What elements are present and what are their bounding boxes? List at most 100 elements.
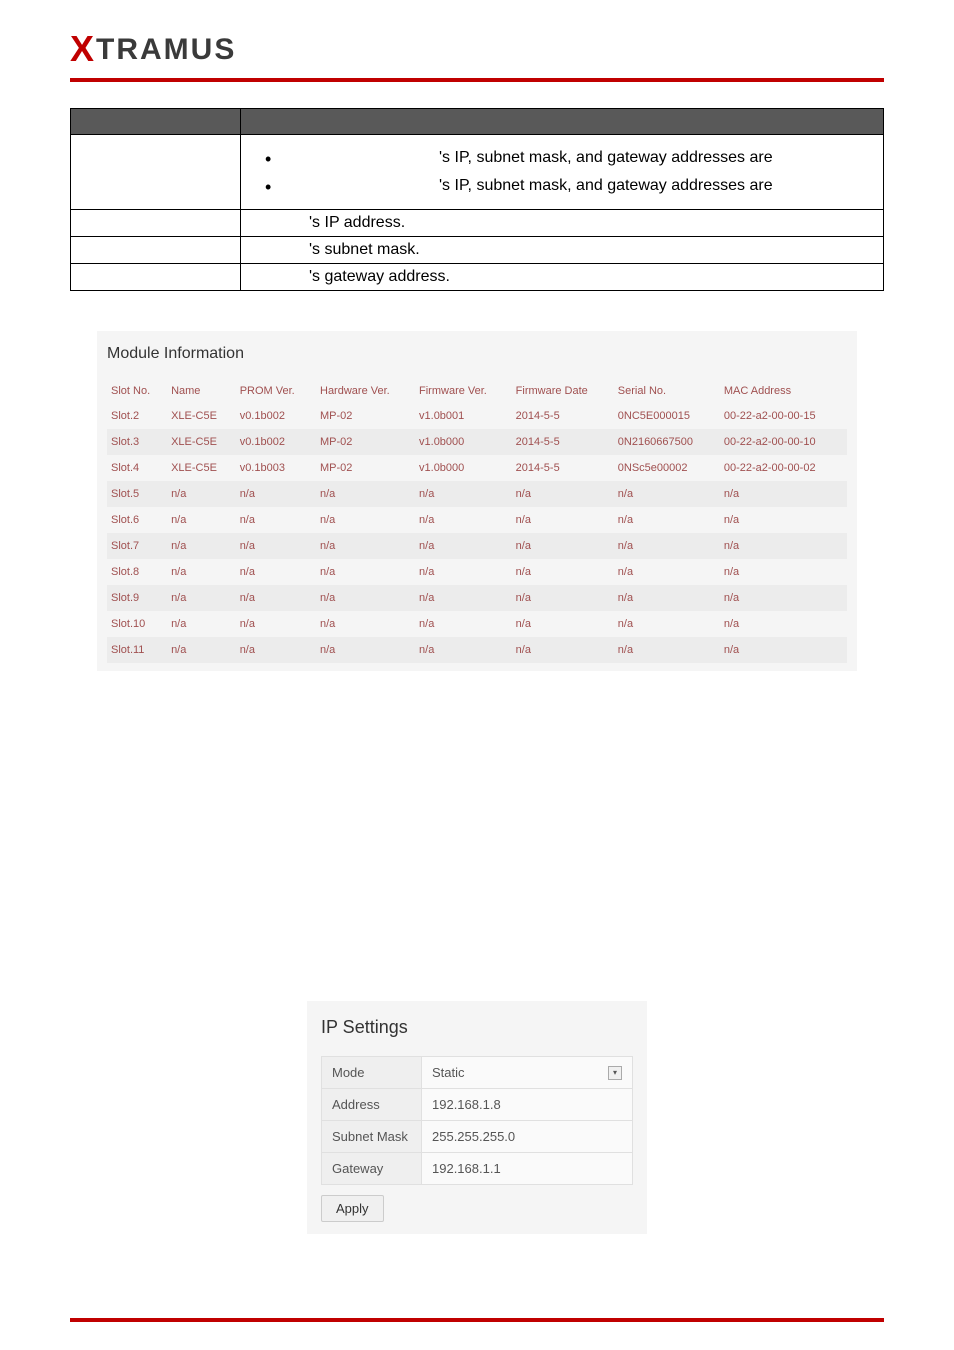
ip-mode-label: Mode — [322, 1057, 422, 1089]
table-cell: n/a — [316, 559, 415, 585]
table-cell: n/a — [720, 637, 847, 663]
apply-button[interactable]: Apply — [321, 1195, 384, 1222]
module-info-title: Module Information — [107, 345, 847, 363]
table-cell: n/a — [167, 481, 236, 507]
table-cell: Slot.5 — [107, 481, 167, 507]
table-cell: v1.0b001 — [415, 403, 512, 429]
module-col-header: Slot No. — [107, 379, 167, 403]
ip-address-field[interactable]: 192.168.1.8 — [422, 1089, 633, 1121]
ip-settings-title: IP Settings — [321, 1017, 633, 1038]
table-cell: n/a — [415, 611, 512, 637]
table-cell: n/a — [316, 585, 415, 611]
table-cell: n/a — [720, 559, 847, 585]
table-cell: n/a — [167, 507, 236, 533]
table-cell: v1.0b000 — [415, 455, 512, 481]
logo-x: X — [70, 28, 96, 69]
table-cell: n/a — [512, 533, 614, 559]
logo: XTRAMUS — [70, 28, 884, 70]
info-subnet-row: 's subnet mask. — [249, 241, 875, 259]
footer-line — [70, 1318, 884, 1322]
table-row: Slot.9n/an/an/an/an/an/an/a — [107, 585, 847, 611]
table-cell: n/a — [614, 585, 720, 611]
table-cell: n/a — [614, 611, 720, 637]
table-cell: 0NSc5e00002 — [614, 455, 720, 481]
table-cell: Slot.11 — [107, 637, 167, 663]
table-cell: n/a — [512, 507, 614, 533]
table-cell: n/a — [614, 533, 720, 559]
table-cell: n/a — [720, 585, 847, 611]
ip-address-label: Address — [322, 1089, 422, 1121]
table-cell: n/a — [236, 559, 316, 585]
table-row: Slot.2XLE-C5Ev0.1b002MP-02v1.0b0012014-5… — [107, 403, 847, 429]
table-cell: n/a — [415, 637, 512, 663]
table-cell: n/a — [167, 637, 236, 663]
table-cell: n/a — [512, 481, 614, 507]
table-cell: Slot.4 — [107, 455, 167, 481]
info-bullet-1: 's IP, subnet mask, and gateway addresse… — [289, 149, 875, 167]
table-cell: n/a — [236, 637, 316, 663]
table-row: Slot.3XLE-C5Ev0.1b002MP-02v1.0b0002014-5… — [107, 429, 847, 455]
table-cell: n/a — [236, 481, 316, 507]
table-row: Slot.11n/an/an/an/an/an/an/a — [107, 637, 847, 663]
logo-underline — [70, 78, 884, 82]
module-col-header: Firmware Date — [512, 379, 614, 403]
table-cell: 2014-5-5 — [512, 429, 614, 455]
table-cell: 2014-5-5 — [512, 403, 614, 429]
module-col-header: Firmware Ver. — [415, 379, 512, 403]
table-cell: n/a — [720, 507, 847, 533]
table-cell: 00-22-a2-00-00-02 — [720, 455, 847, 481]
ip-subnet-label: Subnet Mask — [322, 1121, 422, 1153]
table-cell: 00-22-a2-00-00-10 — [720, 429, 847, 455]
table-cell: 00-22-a2-00-00-15 — [720, 403, 847, 429]
table-row: Slot.6n/an/an/an/an/an/an/a — [107, 507, 847, 533]
ip-mode-select[interactable]: Static ▾ — [422, 1057, 633, 1089]
table-cell: n/a — [512, 611, 614, 637]
table-cell: XLE-C5E — [167, 429, 236, 455]
info-bullet-2: 's IP, subnet mask, and gateway addresse… — [289, 177, 875, 195]
table-cell: n/a — [167, 585, 236, 611]
table-cell: n/a — [614, 481, 720, 507]
table-cell: n/a — [236, 585, 316, 611]
logo-text: TRAMUS — [96, 33, 236, 66]
info-ip-row: 's IP address. — [249, 214, 875, 232]
table-row: Slot.7n/an/an/an/an/an/an/a — [107, 533, 847, 559]
module-info-panel: Module Information Slot No.NamePROM Ver.… — [97, 331, 857, 671]
ip-subnet-field[interactable]: 255.255.255.0 — [422, 1121, 633, 1153]
ip-gateway-field[interactable]: 192.168.1.1 — [422, 1153, 633, 1185]
ip-gateway-label: Gateway — [322, 1153, 422, 1185]
table-cell: n/a — [720, 611, 847, 637]
ip-settings-panel: IP Settings Mode Static ▾ Address 192.16… — [307, 1001, 647, 1234]
table-cell: n/a — [512, 559, 614, 585]
module-col-header: MAC Address — [720, 379, 847, 403]
table-cell: n/a — [614, 507, 720, 533]
table-cell: 2014-5-5 — [512, 455, 614, 481]
module-col-header: Serial No. — [614, 379, 720, 403]
table-row: Slot.8n/an/an/an/an/an/an/a — [107, 559, 847, 585]
table-cell: n/a — [167, 611, 236, 637]
table-cell: v0.1b003 — [236, 455, 316, 481]
table-cell: n/a — [316, 481, 415, 507]
table-cell: n/a — [720, 481, 847, 507]
table-cell: n/a — [316, 611, 415, 637]
table-cell: n/a — [316, 507, 415, 533]
table-cell: n/a — [236, 507, 316, 533]
table-cell: n/a — [614, 559, 720, 585]
table-cell: 0N2160667500 — [614, 429, 720, 455]
info-table: 's IP, subnet mask, and gateway addresse… — [70, 108, 884, 291]
table-cell: n/a — [512, 585, 614, 611]
table-cell: v1.0b000 — [415, 429, 512, 455]
ip-settings-table: Mode Static ▾ Address 192.168.1.8 Subnet… — [321, 1056, 633, 1185]
table-cell: XLE-C5E — [167, 403, 236, 429]
table-cell: n/a — [415, 559, 512, 585]
chevron-down-icon[interactable]: ▾ — [608, 1066, 622, 1080]
table-row: Slot.4XLE-C5Ev0.1b003MP-02v1.0b0002014-5… — [107, 455, 847, 481]
table-cell: n/a — [415, 507, 512, 533]
table-cell: n/a — [167, 559, 236, 585]
module-col-header: PROM Ver. — [236, 379, 316, 403]
table-cell: n/a — [415, 481, 512, 507]
table-row: Slot.10n/an/an/an/an/an/an/a — [107, 611, 847, 637]
table-cell: n/a — [236, 611, 316, 637]
table-cell: n/a — [316, 533, 415, 559]
table-cell: Slot.8 — [107, 559, 167, 585]
table-row: Slot.5n/an/an/an/an/an/an/a — [107, 481, 847, 507]
